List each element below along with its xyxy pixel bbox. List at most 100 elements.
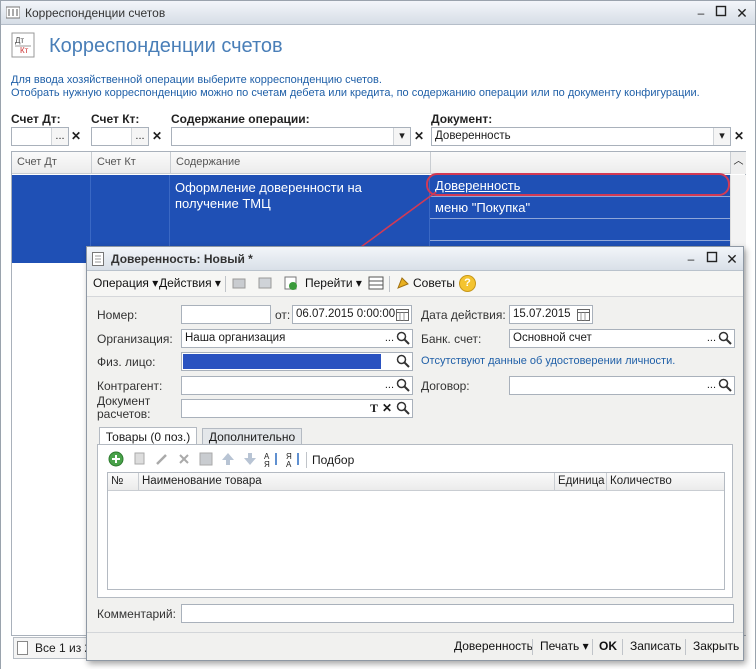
settlement-doc-label-line2: расчетов: (97, 407, 151, 421)
refresh-icon[interactable] (283, 275, 299, 291)
debit-filter-label: Счет Дт: (11, 112, 61, 126)
date-from-value: 06.07.2015 0:00:00 (296, 308, 396, 320)
cell-debit[interactable] (12, 175, 91, 263)
toolbar-separator (592, 639, 593, 655)
person-warning-text: Отсутствуют данные об удостоверении личн… (421, 355, 676, 367)
calendar-icon[interactable] (396, 308, 409, 321)
power-of-attorney-dialog: Доверенность: Новый * – ✕ Операция ▾ Дей… (86, 246, 744, 661)
bank-account-label: Банк. счет: (421, 332, 482, 346)
document-clear-icon[interactable]: ✕ (734, 129, 744, 143)
toolbar-separator (225, 276, 226, 292)
operation-menu[interactable]: Операция ▾ (93, 276, 158, 290)
goto-menu[interactable]: Перейти ▾ (305, 276, 362, 290)
main-window-title: Корреспонденции счетов (25, 6, 166, 20)
bank-account-input[interactable]: Основной счет ... (509, 329, 735, 348)
search-icon[interactable] (396, 331, 410, 345)
bank-account-select-button[interactable]: ... (707, 330, 716, 347)
minimize-icon[interactable]: – (683, 251, 699, 267)
print-menu-label: Печать (540, 639, 580, 653)
copy-icon[interactable] (132, 451, 148, 467)
column-header-debit[interactable]: Счет Дт (12, 152, 91, 174)
main-title-bar: Корреспонденции счетов – ✕ (1, 1, 755, 25)
save-button[interactable]: Записать (630, 639, 681, 653)
valid-until-input[interactable]: 15.07.2015 (509, 305, 593, 324)
date-from-input[interactable]: 06.07.2015 0:00:00 (292, 305, 412, 324)
tips-icon[interactable] (395, 275, 411, 291)
clear-icon[interactable]: ✕ (382, 400, 392, 417)
document-filter-label: Документ: (431, 112, 493, 126)
document-filter-input[interactable]: Доверенность ▾ (431, 127, 731, 146)
list-view-icon[interactable] (257, 275, 273, 291)
number-label: Номер: (97, 308, 138, 322)
credit-select-button[interactable]: ... (131, 128, 148, 145)
post-icon[interactable] (231, 275, 247, 291)
move-up-icon[interactable] (220, 451, 236, 467)
contract-input[interactable]: ... (509, 376, 735, 395)
debit-clear-icon[interactable]: ✕ (71, 129, 81, 143)
save-icon[interactable] (198, 451, 214, 467)
credit-filter-input[interactable]: ... (91, 127, 149, 146)
comment-input[interactable] (181, 604, 734, 623)
debit-select-button[interactable]: ... (51, 128, 68, 145)
toolbar-separator (685, 639, 686, 655)
chevron-down-icon[interactable]: ▾ (713, 128, 730, 145)
search-icon[interactable] (396, 354, 410, 368)
column-header-unit[interactable]: Единица (554, 473, 606, 491)
calendar-icon[interactable] (577, 308, 590, 321)
content-clear-icon[interactable]: ✕ (414, 129, 424, 143)
toolbar-separator (622, 639, 623, 655)
maximize-icon[interactable] (704, 251, 720, 267)
sort-desc-icon[interactable]: ЯА (286, 451, 302, 469)
settlement-doc-input[interactable]: T ✕ (181, 399, 413, 418)
credit-filter-label: Счет Кт: (91, 112, 140, 126)
organization-value: Наша организация (185, 332, 286, 344)
column-header-credit[interactable]: Счет Кт (91, 152, 170, 174)
contractor-select-button[interactable]: ... (385, 377, 394, 394)
edit-icon[interactable] (154, 451, 170, 467)
pick-button[interactable]: Подбор (312, 453, 354, 467)
move-down-icon[interactable] (242, 451, 258, 467)
person-selection (183, 354, 381, 369)
maximize-icon[interactable] (713, 5, 729, 21)
person-input[interactable] (181, 352, 413, 371)
minimize-icon[interactable]: – (693, 5, 709, 21)
credit-clear-icon[interactable]: ✕ (152, 129, 162, 143)
contract-select-button[interactable]: ... (707, 377, 716, 394)
ok-button[interactable]: OK (599, 639, 617, 653)
search-icon[interactable] (718, 378, 732, 392)
tab-additional[interactable]: Дополнительно (202, 428, 302, 445)
document-icon (92, 252, 105, 266)
dialog-bottom-bar: Доверенность Печать ▾ OK Записать Закрыт… (87, 632, 743, 660)
number-input[interactable] (181, 305, 271, 324)
print-document-button[interactable]: Доверенность (454, 639, 533, 653)
organization-input[interactable]: Наша организация ... (181, 329, 413, 348)
structure-icon[interactable] (368, 275, 384, 291)
close-icon[interactable]: ✕ (734, 5, 750, 21)
add-icon[interactable] (108, 451, 124, 467)
sort-asc-icon[interactable]: АЯ (264, 451, 280, 469)
toolbar-separator (306, 452, 307, 468)
help-icon[interactable]: ? (459, 275, 476, 292)
delete-icon[interactable] (176, 451, 192, 467)
bank-account-value: Основной счет (513, 332, 592, 344)
actions-menu[interactable]: Действия ▾ (159, 276, 221, 290)
contractor-input[interactable]: ... (181, 376, 413, 395)
search-icon[interactable] (718, 331, 732, 345)
organization-select-button[interactable]: ... (385, 330, 394, 347)
debit-filter-input[interactable]: ... (11, 127, 69, 146)
tips-button[interactable]: Советы (413, 276, 455, 290)
dialog-title: Доверенность: Новый * (111, 252, 253, 266)
close-button[interactable]: Закрыть (693, 639, 739, 653)
close-icon[interactable]: ✕ (724, 251, 740, 267)
goods-tab-panel: АЯ ЯА Подбор № Наименование товара Едини… (97, 444, 733, 598)
type-select-icon[interactable]: T (370, 400, 378, 417)
search-icon[interactable] (396, 378, 410, 392)
column-header-name[interactable]: Наименование товара (138, 473, 554, 491)
column-header-number[interactable]: № (108, 473, 138, 491)
chevron-down-icon[interactable]: ▾ (393, 128, 410, 145)
content-filter-input[interactable]: ▾ (171, 127, 411, 146)
print-menu[interactable]: Печать ▾ (540, 639, 589, 653)
svg-text:Я: Я (264, 460, 270, 467)
search-icon[interactable] (396, 401, 410, 415)
column-header-quantity[interactable]: Количество (606, 473, 724, 491)
